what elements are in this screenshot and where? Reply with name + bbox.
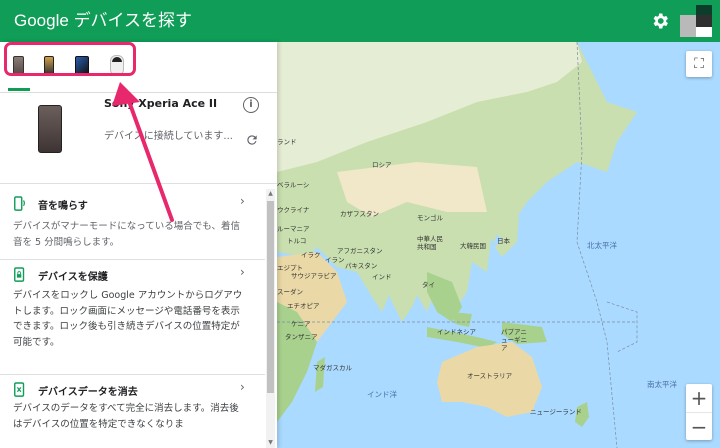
map-label: トルコ xyxy=(287,237,307,245)
device-panel: Sony Xperia Ace II デバイスに接続しています... i 音を鳴… xyxy=(0,42,277,448)
zoom-control: + − xyxy=(686,384,712,440)
map-label: インドネシア xyxy=(437,328,476,336)
map-label: ルーマニア xyxy=(277,225,310,233)
erase-phone-icon xyxy=(14,382,25,397)
action-description: デバイスをロックし Google アカウントからログアウトします。ロック画面にメ… xyxy=(13,290,243,348)
map-label: モンゴル xyxy=(417,214,443,222)
action-description: デバイスのデータをすべて完全に消去します。消去後はデバイスの位置を特定できなくな… xyxy=(13,403,239,430)
action-title: デバイスを保護 xyxy=(38,272,108,283)
chevron-right-icon: › xyxy=(240,380,245,394)
action-list: 音を鳴らす › デバイスがマナーモードになっている場合でも、着信音を 5 分間鳴… xyxy=(0,189,265,448)
fullscreen-icon: ⛶ xyxy=(694,56,704,72)
annotation-highlight-box xyxy=(4,42,136,76)
ring-phone-icon xyxy=(14,196,25,211)
google-brand: Google xyxy=(14,11,69,30)
erase-action[interactable]: デバイスデータを消去 › デバイスのデータをすべて完全に消去します。消去後はデバ… xyxy=(0,375,265,448)
zoom-out-button[interactable]: − xyxy=(686,412,712,441)
map-label: パプアニューギニア xyxy=(501,328,527,352)
lock-phone-icon xyxy=(14,267,25,282)
map-label: カザフスタン xyxy=(340,210,379,218)
ocean-label: 南太平洋 xyxy=(647,380,677,389)
map-label: ウクライナ xyxy=(277,206,310,214)
map-label: マダガスカル xyxy=(313,364,352,372)
map-label: ニュージーランド xyxy=(530,408,582,416)
info-icon[interactable]: i xyxy=(243,97,259,113)
app-title: Google デバイスを探す xyxy=(14,0,192,42)
ring-action[interactable]: 音を鳴らす › デバイスがマナーモードになっている場合でも、着信音を 5 分間鳴… xyxy=(0,189,265,260)
action-title: デバイスデータを消去 xyxy=(38,387,138,398)
map-label: ロシア xyxy=(372,161,392,169)
map-label: イラン xyxy=(325,256,345,264)
ocean-label: 北太平洋 xyxy=(587,241,617,250)
device-info-card: Sony Xperia Ace II デバイスに接続しています... i xyxy=(0,93,277,184)
map-label: ランド xyxy=(277,138,297,146)
map-label: ケニア xyxy=(291,320,311,328)
map-label: タンザニア xyxy=(285,333,318,341)
map-label: イラク xyxy=(301,251,321,259)
chevron-right-icon: › xyxy=(240,194,245,208)
map-label: 中華人民共和国 xyxy=(417,235,443,251)
action-description: デバイスがマナーモードになっている場合でも、着信音を 5 分間鳴らします。 xyxy=(13,221,240,248)
scroll-up-arrow-icon[interactable]: ▲ xyxy=(266,190,275,197)
map-label: タイ xyxy=(422,281,435,289)
refresh-icon[interactable] xyxy=(245,133,259,147)
map-label: オーストラリア xyxy=(467,372,513,380)
panel-scrollbar[interactable]: ▲ ▼ xyxy=(266,189,275,448)
zoom-in-button[interactable]: + xyxy=(686,384,712,412)
device-name: Sony Xperia Ace II xyxy=(104,97,218,110)
fullscreen-button[interactable]: ⛶ xyxy=(686,51,712,77)
gear-icon[interactable] xyxy=(650,11,670,31)
device-tabs xyxy=(0,42,277,93)
action-title: 音を鳴らす xyxy=(38,201,88,212)
device-status: デバイスに接続しています... xyxy=(104,131,233,142)
map-label: ベラルーシ xyxy=(277,181,310,189)
map-label: スーダン xyxy=(277,288,303,296)
scrollbar-thumb[interactable] xyxy=(267,201,274,393)
map-label: 日本 xyxy=(497,237,510,245)
scroll-down-arrow-icon[interactable]: ▼ xyxy=(266,439,275,446)
selected-tab-indicator xyxy=(8,88,30,91)
device-image xyxy=(38,105,62,153)
map-view[interactable]: ランド ロシア ベラルーシ ウクライナ カザフスタン モンゴル ルーマニア トル… xyxy=(277,42,720,448)
app-name: デバイスを探す xyxy=(73,11,193,30)
chevron-right-icon: › xyxy=(240,265,245,279)
ocean-label: インド洋 xyxy=(367,390,397,399)
account-avatar[interactable] xyxy=(680,5,712,37)
map-label: インド xyxy=(372,273,392,281)
map-label: パキスタン xyxy=(345,262,378,270)
secure-action[interactable]: デバイスを保護 › デバイスをロックし Google アカウントからログアウトし… xyxy=(0,260,265,375)
app-header: Google デバイスを探す xyxy=(0,0,720,42)
map-label: サウジアラビア xyxy=(291,272,337,280)
map-label: アフガニスタン xyxy=(337,247,383,255)
map-label: エチオピア xyxy=(287,302,320,310)
map-label: 大韓民国 xyxy=(460,242,486,250)
